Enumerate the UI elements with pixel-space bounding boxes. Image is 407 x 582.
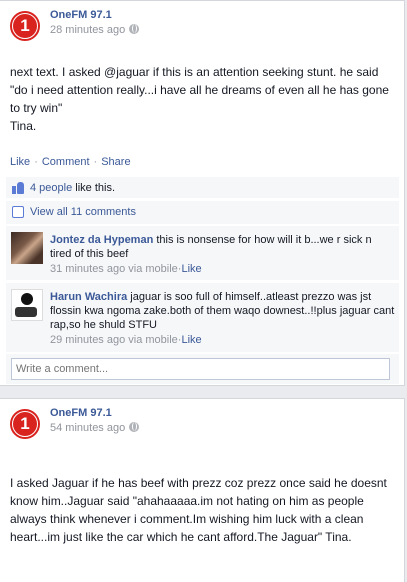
likes-text: 4 people like this. (30, 182, 115, 194)
comment-like-link[interactable]: Like (181, 263, 201, 275)
feed-post: 1 OneFM 97.1 28 minutes ago next text. I… (0, 0, 405, 386)
like-link[interactable]: Like (10, 156, 30, 168)
page-name-link[interactable]: OneFM 97.1 (50, 9, 112, 21)
comment-time[interactable]: 29 minutes ago via mobile (50, 334, 178, 346)
comment-body: Harun Wachira jaguar is soo full of hims… (50, 290, 395, 332)
post-timestamp[interactable]: 28 minutes ago (50, 24, 140, 36)
likes-summary: 4 people like this. (6, 177, 399, 199)
avatar[interactable] (11, 289, 43, 321)
comment-input[interactable] (11, 358, 390, 380)
comment-author-link[interactable]: Harun Wachira (50, 291, 127, 303)
globe-icon (129, 24, 140, 34)
comment-meta: 31 minutes ago via mobile·Like (50, 263, 202, 275)
post-body: I asked Jaguar if he has beef with prezz… (10, 476, 391, 544)
avatar[interactable] (11, 232, 43, 264)
comment-like-link[interactable]: Like (181, 334, 201, 346)
feed-post: 1 OneFM 97.1 54 minutes ago I asked Jagu… (0, 398, 405, 582)
likers-link[interactable]: 4 people (30, 182, 72, 194)
separator: · (34, 156, 38, 168)
post-body: next text. I asked @jaguar if this is an… (10, 65, 389, 133)
view-all-comments-link[interactable]: View all 11 comments (30, 206, 136, 218)
comment-item: Jontez da Hypeman this is nonsense for h… (6, 226, 399, 281)
page-logo[interactable]: 1 (10, 409, 40, 439)
timestamp-text: 54 minutes ago (50, 422, 126, 434)
post-timestamp[interactable]: 54 minutes ago (50, 422, 140, 434)
page-logo-mark: 1 (13, 412, 37, 436)
page-logo-mark: 1 (13, 14, 37, 38)
page-name-link[interactable]: OneFM 97.1 (50, 407, 112, 419)
comment-time[interactable]: 31 minutes ago via mobile (50, 263, 178, 275)
share-link[interactable]: Share (101, 156, 130, 168)
likes-suffix: like this. (72, 182, 116, 194)
view-comments-row[interactable]: View all 11 comments (6, 201, 399, 225)
comment-item: Harun Wachira jaguar is soo full of hims… (6, 283, 399, 353)
avatar-figure-head (21, 293, 33, 305)
timestamp-text: 28 minutes ago (50, 24, 126, 36)
comment-author-link[interactable]: Jontez da Hypeman (50, 234, 153, 246)
comment-bubble-icon (12, 206, 24, 218)
comment-link[interactable]: Comment (42, 156, 90, 168)
write-comment-row (6, 354, 399, 384)
avatar-figure-body (15, 307, 37, 317)
globe-icon (129, 422, 140, 432)
comment-meta: 29 minutes ago via mobile·Like (50, 334, 202, 346)
post-actions: Like · Comment · Share (10, 156, 131, 168)
separator: · (93, 156, 98, 168)
comment-body: Jontez da Hypeman this is nonsense for h… (50, 233, 395, 261)
page-logo[interactable]: 1 (10, 11, 40, 41)
thumbs-up-icon (12, 182, 24, 194)
